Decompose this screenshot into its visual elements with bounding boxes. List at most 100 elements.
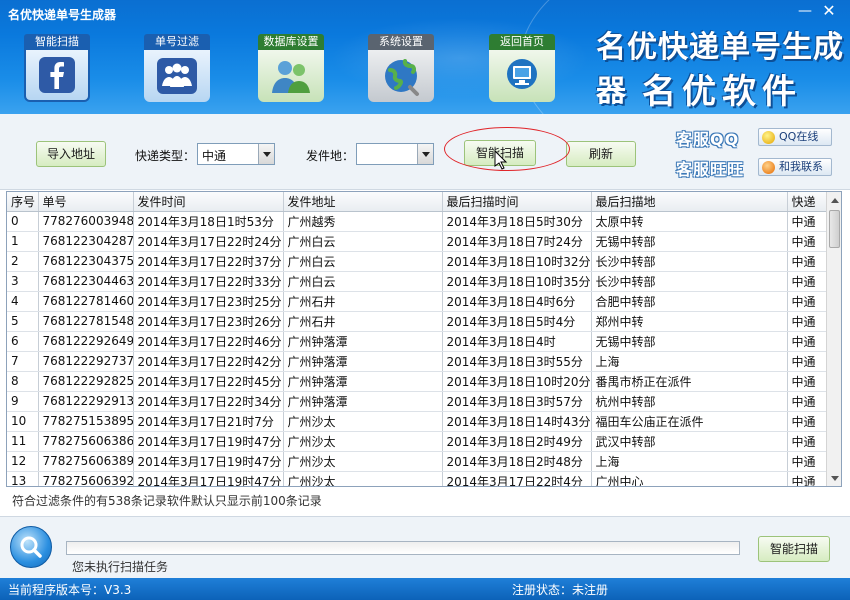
people-icon — [144, 50, 210, 102]
table-cell: 长沙中转部 — [591, 251, 788, 272]
table-cell: 武汉中转部 — [591, 431, 788, 452]
table-row[interactable]: 13 778275606392 2014年3月17日19时47分 广州沙太 2014年3… — [7, 471, 827, 486]
contact-me-button[interactable]: 和我联系 — [758, 158, 832, 176]
table-cell: 12 — [7, 451, 39, 472]
column-header[interactable]: 序号 — [7, 192, 39, 212]
scan-progress-bar — [66, 541, 740, 555]
table-row[interactable]: 12 778275606389 2014年3月17日19时47分 广州沙太 2014年3… — [7, 451, 827, 472]
table-cell: 2014年3月18日1时53分 — [133, 211, 284, 232]
table-cell: 11 — [7, 431, 39, 452]
contact-me-label: 和我联系 — [779, 160, 823, 173]
table-cell: 中通 — [787, 251, 827, 272]
table-cell: 广州白云 — [283, 271, 443, 292]
column-header[interactable]: 发件地址 — [283, 192, 443, 212]
table-cell: 2014年3月18日10时20分 — [442, 371, 592, 392]
table-cell: 广州钟落潭 — [283, 351, 443, 372]
scroll-thumb[interactable] — [829, 210, 840, 248]
table-cell: 2014年3月18日10时35分 — [442, 271, 592, 292]
express-type-select[interactable]: 中通 — [197, 143, 275, 165]
table-cell: 2014年3月17日22时24分 — [133, 231, 284, 252]
table-cell: 8 — [7, 371, 39, 392]
table-cell: 中通 — [787, 451, 827, 472]
table-cell: 中通 — [787, 371, 827, 392]
facebook-icon — [24, 50, 90, 102]
table-cell: 上海 — [591, 351, 788, 372]
bottom-smart-scan-button[interactable]: 智能扫描 — [758, 536, 830, 562]
nav-label: 单号过滤 — [144, 34, 210, 50]
table-cell: 长沙中转部 — [591, 271, 788, 292]
scroll-up-arrow-icon[interactable] — [827, 192, 841, 208]
table-cell: 9 — [7, 391, 39, 412]
magnifier-icon — [10, 526, 52, 568]
table-cell: 2014年3月17日21时7分 — [133, 411, 284, 432]
results-table[interactable]: 序号 单号 发件时间 发件地址 最后扫描时间 最后扫描地 快递 0 7782760… — [6, 191, 842, 487]
import-address-button[interactable]: 导入地址 — [36, 141, 106, 167]
table-cell: 2014年3月18日5时30分 — [442, 211, 592, 232]
close-button[interactable]: ✕ — [820, 2, 838, 20]
table-cell: 2014年3月17日22时46分 — [133, 331, 284, 352]
table-row[interactable]: 2 768122304375 2014年3月17日22时37分 广州白云 2014年3月… — [7, 251, 827, 272]
origin-select[interactable] — [356, 143, 434, 165]
table-cell: 768122292737 — [38, 351, 134, 372]
column-header[interactable]: 最后扫描地 — [591, 192, 788, 212]
window-title: 名优快递单号生成器 — [8, 8, 117, 22]
nav-database-settings[interactable]: 数据库设置 — [258, 34, 324, 102]
column-header[interactable]: 最后扫描时间 — [442, 192, 592, 212]
table-row[interactable]: 3 768122304463 2014年3月17日22时33分 广州白云 2014年3月… — [7, 271, 827, 292]
table-cell: 合肥中转部 — [591, 291, 788, 312]
table-row[interactable]: 1 768122304287 2014年3月17日22时24分 广州白云 2014年3月… — [7, 231, 827, 252]
table-cell: 广州沙太 — [283, 471, 443, 486]
table-cell: 2014年3月17日23时25分 — [133, 291, 284, 312]
version-text: 当前程序版本号：V3.3 — [8, 583, 132, 597]
table-cell: 广州越秀 — [283, 211, 443, 232]
status-bar: 当前程序版本号：V3.3 注册状态：未注册 — [0, 578, 850, 600]
table-cell: 无锡中转部 — [591, 331, 788, 352]
table-row[interactable]: 11 778275606386 2014年3月17日19时47分 广州沙太 2014年3… — [7, 431, 827, 452]
refresh-button[interactable]: 刷新 — [566, 141, 636, 167]
table-cell: 778276003948 — [38, 211, 134, 232]
table-cell: 福田车公庙正在派件 — [591, 411, 788, 432]
table-cell: 郑州中转 — [591, 311, 788, 332]
chevron-down-icon[interactable] — [258, 144, 274, 164]
table-row[interactable]: 9 768122292913 2014年3月17日22时34分 广州钟落潭 2014年3… — [7, 391, 827, 412]
table-cell: 778275153895 — [38, 411, 134, 432]
table-cell: 中通 — [787, 311, 827, 332]
table-cell: 2014年3月18日5时4分 — [442, 311, 592, 332]
nav-smart-scan[interactable]: 智能扫描 — [24, 34, 90, 102]
chevron-down-icon[interactable] — [417, 144, 433, 164]
scan-status-text: 您未执行扫描任务 — [72, 560, 169, 574]
table-cell: 2014年3月17日19时47分 — [133, 451, 284, 472]
table-row[interactable]: 8 768122292825 2014年3月17日22时45分 广州钟落潭 2014年3… — [7, 371, 827, 392]
table-cell: 2014年3月17日23时26分 — [133, 311, 284, 332]
nav-filter[interactable]: 单号过滤 — [144, 34, 210, 102]
table-cell: 768122292649 — [38, 331, 134, 352]
qq-online-button[interactable]: QQ在线 — [758, 128, 832, 146]
table-cell: 上海 — [591, 451, 788, 472]
scroll-down-arrow-icon[interactable] — [827, 470, 841, 486]
table-row[interactable]: 7 768122292737 2014年3月17日22时42分 广州钟落潭 2014年3… — [7, 351, 827, 372]
table-row[interactable]: 10 778275153895 2014年3月17日21时7分 广州沙太 2014年3月… — [7, 411, 827, 432]
table-cell: 2014年3月17日22时34分 — [133, 391, 284, 412]
vertical-scrollbar[interactable] — [826, 192, 841, 486]
column-header[interactable]: 快递 — [787, 192, 827, 212]
table-cell: 2014年3月18日14时43分 — [442, 411, 592, 432]
wangwang-icon — [762, 161, 775, 174]
table-row[interactable]: 0 778276003948 2014年3月18日1时53分 广州越秀 2014年3月1… — [7, 211, 827, 232]
table-cell: 广州钟落潭 — [283, 331, 443, 352]
table-cell: 广州沙太 — [283, 431, 443, 452]
table-row[interactable]: 6 768122292649 2014年3月17日22时46分 广州钟落潭 2014年3… — [7, 331, 827, 352]
express-type-value: 中通 — [202, 149, 227, 163]
table-row[interactable]: 4 768122781460 2014年3月17日23时25分 广州石井 2014年3月… — [7, 291, 827, 312]
minimize-button[interactable]: — — [796, 2, 814, 20]
table-cell: 778275606392 — [38, 471, 134, 486]
table-row[interactable]: 5 768122781548 2014年3月17日23时26分 广州石井 2014年3月… — [7, 311, 827, 332]
column-header[interactable]: 发件时间 — [133, 192, 284, 212]
table-cell: 768122292913 — [38, 391, 134, 412]
nav-system-settings[interactable]: 系统设置 — [368, 34, 434, 102]
table-cell: 768122304375 — [38, 251, 134, 272]
table-cell: 中通 — [787, 211, 827, 232]
table-cell: 无锡中转部 — [591, 231, 788, 252]
column-header[interactable]: 单号 — [38, 192, 134, 212]
nav-home[interactable]: 返回首页 — [489, 34, 555, 102]
table-cell: 10 — [7, 411, 39, 432]
